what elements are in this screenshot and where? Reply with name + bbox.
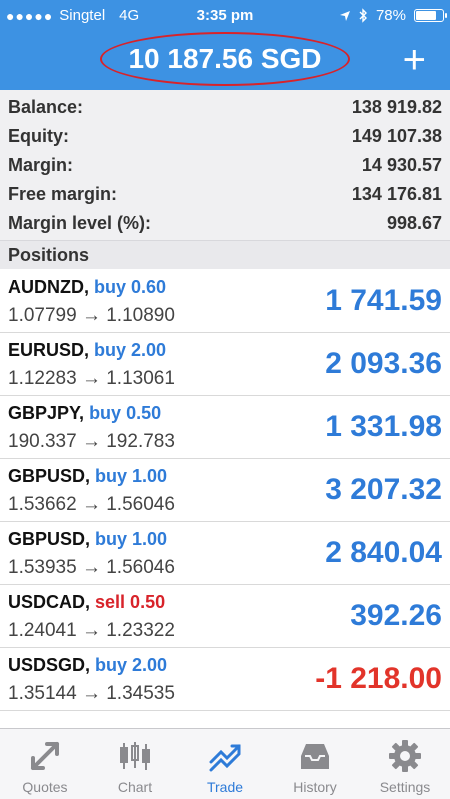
tab-trade[interactable]: Trade [180,729,270,799]
tab-history[interactable]: History [270,729,360,799]
tab-bar: Quotes Chart Trade History Settings [0,728,450,799]
tab-label: Chart [117,779,153,795]
account-balance-title: 10 187.56 SGD [100,32,350,86]
summary-row-free-margin: Free margin: 134 176.81 [0,180,450,209]
battery-percentage: 78% [375,7,406,24]
position-direction: buy 0.60 [94,277,167,297]
position-profit: 1 331.98 [325,410,442,443]
tab-label: History [293,779,337,795]
chart-icon [115,737,155,775]
bluetooth-icon [359,8,367,23]
tab-chart[interactable]: Chart [90,729,180,799]
position-prices: 190.337 → 192.783 [8,431,175,452]
summary-label: Balance: [8,97,84,117]
position-prices: 1.35144 → 1.34535 [8,683,175,704]
position-profit: 2 840.04 [325,536,442,569]
tab-label: Quotes [22,779,68,795]
summary-row-margin: Margin: 14 930.57 [0,151,450,180]
position-row[interactable]: EURUSD, buy 2.00 1.12283 → 1.13061 2 093… [0,333,450,396]
summary-row-balance: Balance: 138 919.82 [0,93,450,122]
position-symbol: EURUSD, [8,340,90,360]
position-profit: 1 741.59 [325,284,442,317]
summary-label: Margin: [8,155,73,175]
summary-row-margin-level: Margin level (%): 998.67 [0,209,450,238]
add-order-button[interactable]: + [403,40,426,80]
position-row[interactable]: AUDNZD, buy 0.60 1.07799 → 1.10890 1 741… [0,270,450,333]
position-profit: 392.26 [350,599,442,632]
position-prices: 1.12283 → 1.13061 [8,368,175,389]
summary-value: 998.67 [386,213,442,233]
position-symbol: USDSGD, [8,655,91,675]
tab-settings[interactable]: Settings [360,729,450,799]
position-direction: buy 2.00 [95,655,168,675]
summary-value: 138 919.82 [351,97,442,117]
position-profit: -1 218.00 [315,662,442,695]
position-profit: 3 207.32 [325,473,442,506]
summary-label: Free margin: [8,184,118,204]
position-symbol: GBPUSD, [8,466,91,486]
position-direction: buy 1.00 [95,529,168,549]
position-prices: 1.53935 → 1.56046 [8,557,175,578]
summary-value: 149 107.38 [351,126,442,146]
location-arrow-icon [339,10,350,21]
position-direction: buy 0.50 [89,403,162,423]
position-symbol: AUDNZD, [8,277,89,297]
position-prices: 1.53662 → 1.56046 [8,494,175,515]
summary-label: Margin level (%): [8,213,152,233]
position-row[interactable]: GBPUSD, buy 1.00 1.53935 → 1.56046 2 840… [0,522,450,585]
position-prices: 1.24041 → 1.23322 [8,620,175,641]
settings-icon [385,737,425,775]
summary-value: 134 176.81 [351,184,442,204]
tab-label: Trade [206,779,244,795]
quotes-icon [25,737,65,775]
position-symbol: USDCAD, [8,592,91,612]
summary-value: 14 930.57 [361,155,442,175]
position-row[interactable]: GBPUSD, buy 1.00 1.53662 → 1.56046 3 207… [0,459,450,522]
position-direction: sell 0.50 [95,592,166,612]
status-bar: ●●●●● Singtel 4G 3:35 pm 78% [0,0,450,30]
history-icon [295,737,335,775]
tab-label: Settings [379,779,431,795]
position-direction: buy 2.00 [94,340,167,360]
battery-icon [414,9,447,22]
summary-row-equity: Equity: 149 107.38 [0,122,450,151]
page-title: 10 187.56 SGD [128,43,322,74]
position-row[interactable]: USDCAD, sell 0.50 1.24041 → 1.23322 392.… [0,585,450,648]
positions-section-header: Positions [0,240,450,269]
positions-list: AUDNZD, buy 0.60 1.07799 → 1.10890 1 741… [0,270,450,711]
position-direction: buy 1.00 [95,466,168,486]
tab-quotes[interactable]: Quotes [0,729,90,799]
position-profit: 2 093.36 [325,347,442,380]
position-row[interactable]: GBPJPY, buy 0.50 190.337 → 192.783 1 331… [0,396,450,459]
summary-label: Equity: [8,126,69,146]
position-symbol: GBPJPY, [8,403,85,423]
trade-icon [205,737,245,775]
position-symbol: GBPUSD, [8,529,91,549]
position-row[interactable]: USDSGD, buy 2.00 1.35144 → 1.34535 -1 21… [0,648,450,711]
position-prices: 1.07799 → 1.10890 [8,305,175,326]
account-summary: Balance: 138 919.82 Equity: 149 107.38 M… [0,90,450,240]
top-bar: ●●●●● Singtel 4G 3:35 pm 78% 10 187.56 S… [0,0,450,90]
